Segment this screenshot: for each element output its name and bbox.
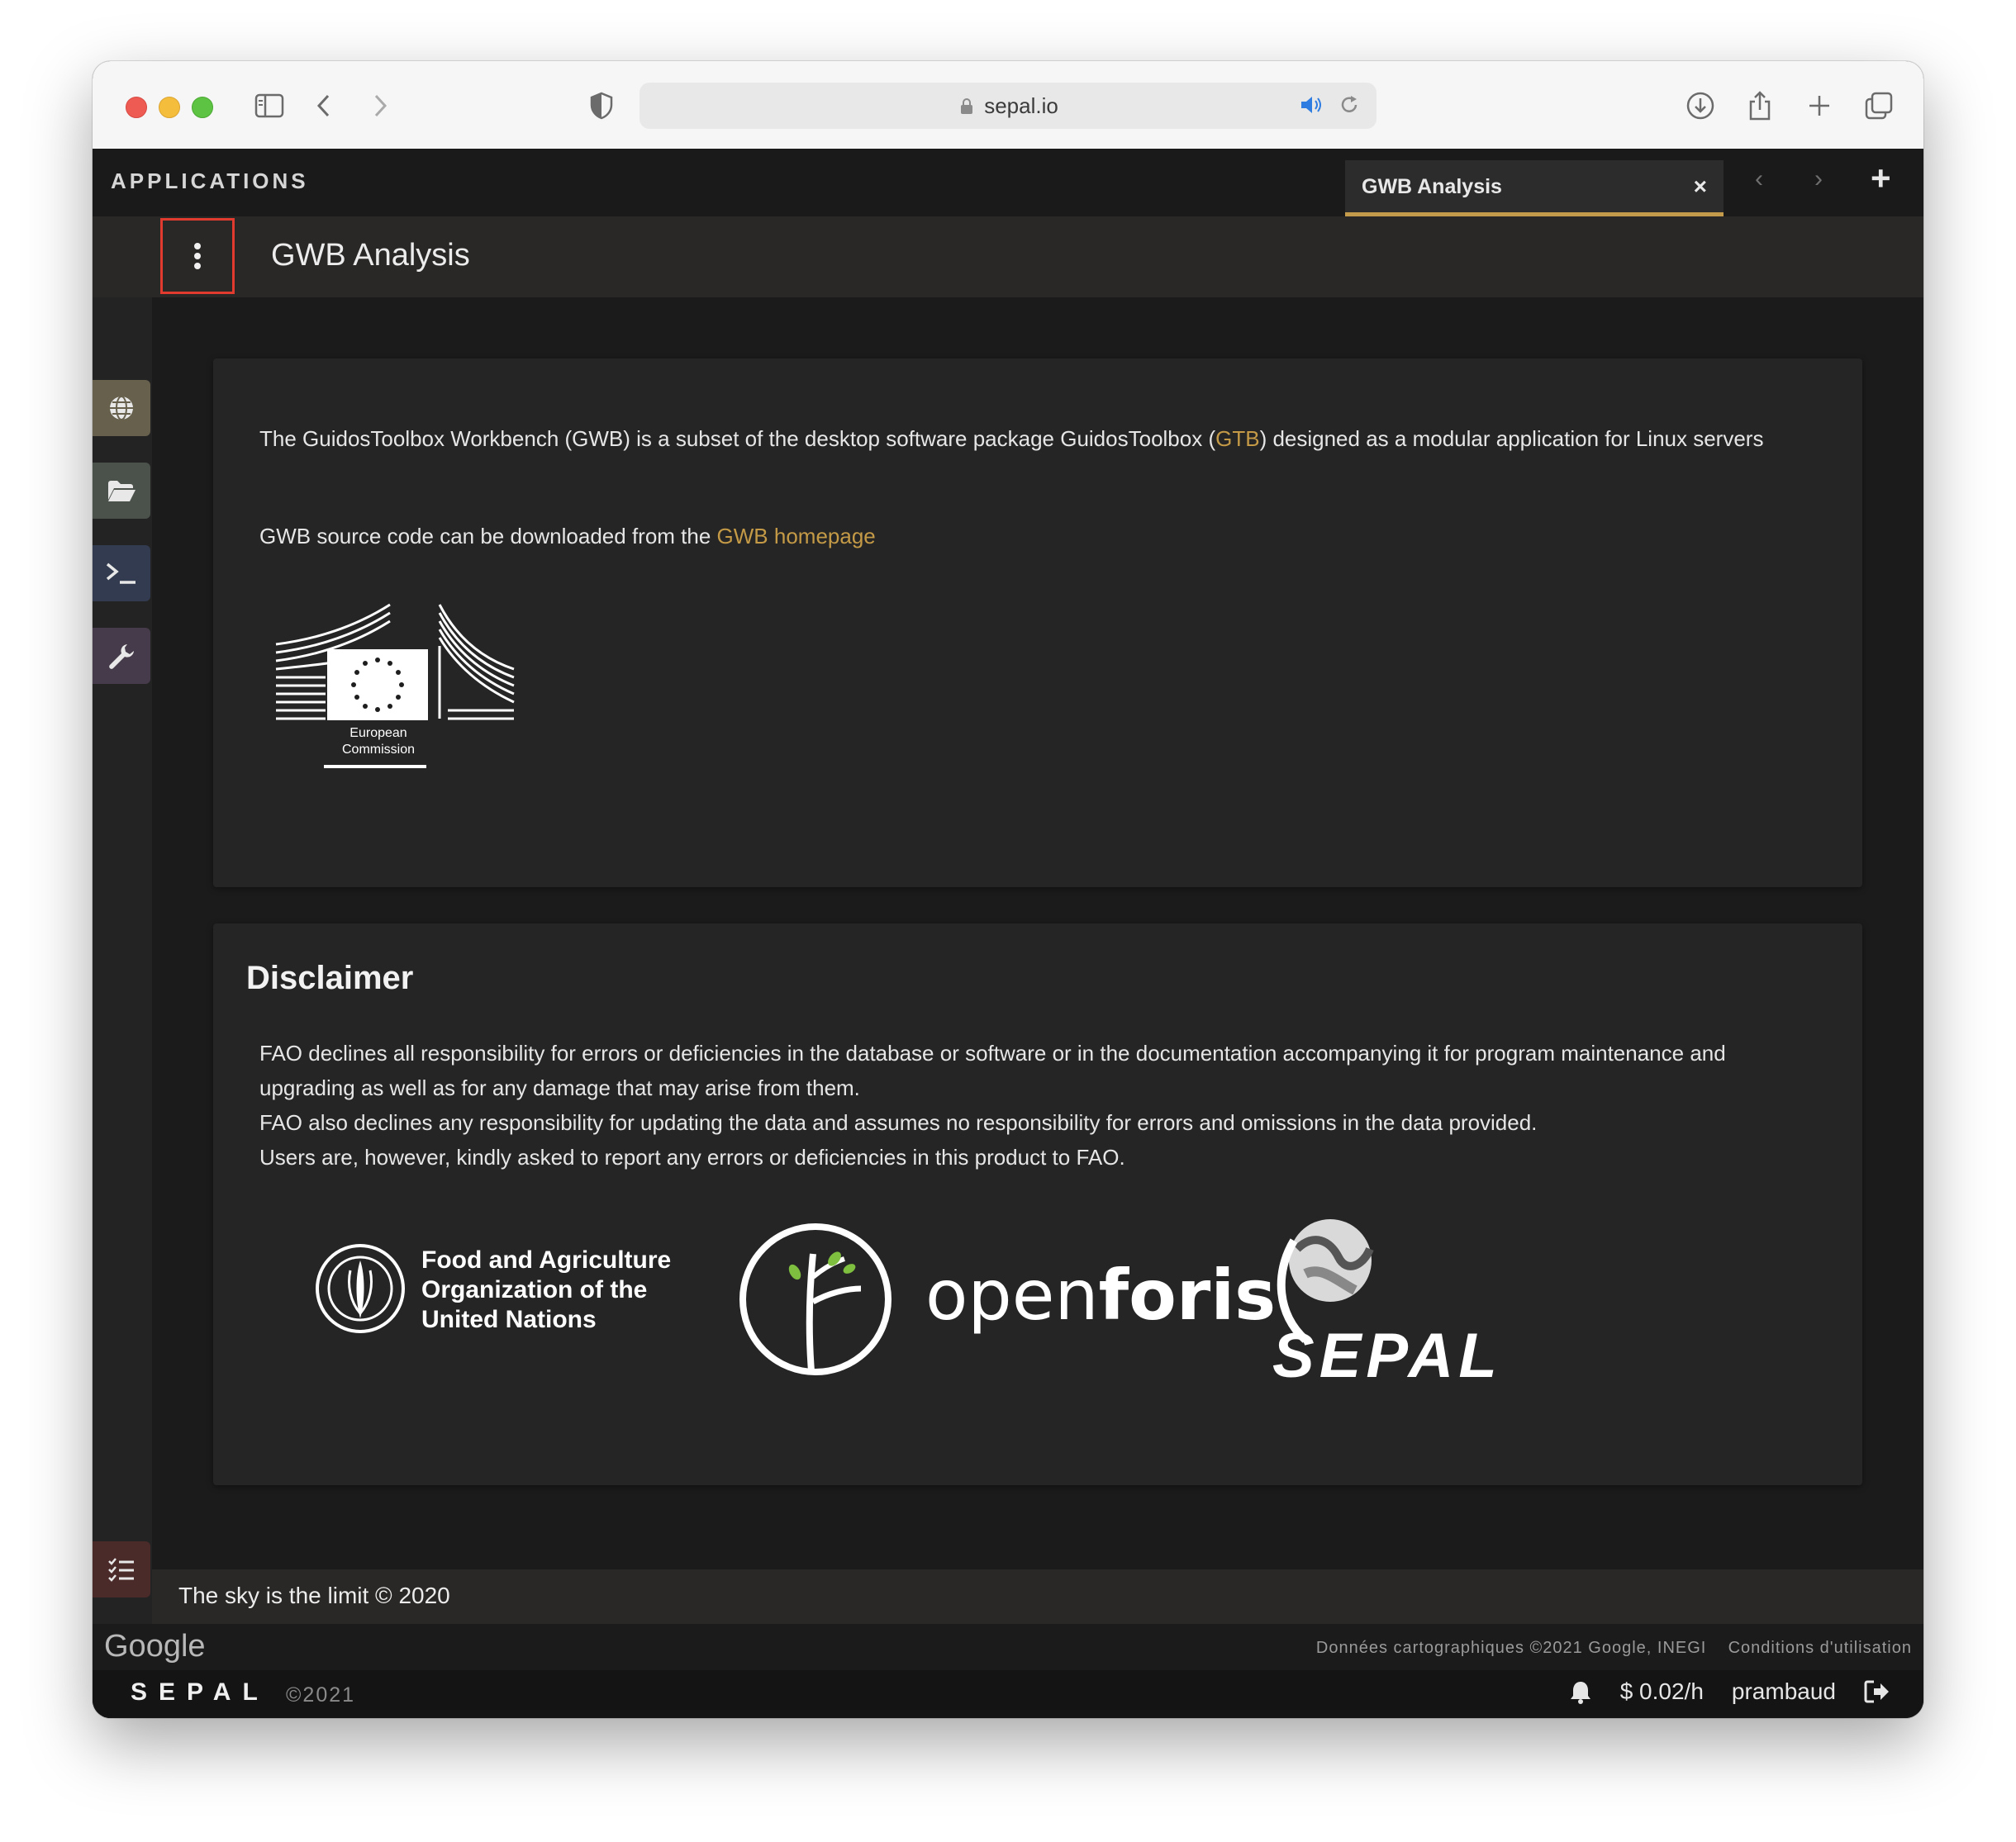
- source-text: GWB source code can be downloaded from t…: [259, 524, 717, 548]
- app-content: The GuidosToolbox Workbench (GWB) is a s…: [152, 297, 1923, 1569]
- rail-process-button[interactable]: [93, 380, 150, 436]
- about-card: The GuidosToolbox Workbench (GWB) is a s…: [213, 358, 1862, 887]
- tab-next-icon[interactable]: ›: [1814, 165, 1823, 193]
- logout-icon[interactable]: [1864, 1680, 1890, 1703]
- map-data-credit: Données cartographiques ©2021 Google, IN…: [1315, 1639, 1707, 1657]
- disclaimer-line-3: Users are, however, kindly asked to repo…: [259, 1145, 1125, 1170]
- status-bar: SEPAL ©2021 $ 0.02/h prambaud: [93, 1670, 1923, 1718]
- url-text: sepal.io: [984, 93, 1058, 118]
- openforis-text-open: open: [925, 1255, 1099, 1336]
- source-code-line: GWB source code can be downloaded from t…: [259, 519, 1829, 553]
- forward-icon[interactable]: [360, 86, 400, 126]
- ec-logo-text-2: Commission: [341, 743, 415, 757]
- map-attribution-bar: Google Données cartographiques ©2021 Goo…: [93, 1624, 1923, 1670]
- zoom-window-button[interactable]: [192, 97, 213, 118]
- gwb-homepage-link[interactable]: GWB homepage: [717, 524, 876, 548]
- app-footer: The sky is the limit © 2020: [152, 1569, 1923, 1624]
- username[interactable]: prambaud: [1732, 1678, 1836, 1705]
- fao-text-1: Food and Agriculture: [421, 1246, 672, 1274]
- tab-label: GWB Analysis: [1362, 175, 1502, 198]
- european-commission-logo: European Commission: [274, 603, 522, 776]
- terminal-icon: [106, 563, 136, 584]
- footer-text: The sky is the limit © 2020: [178, 1583, 450, 1608]
- globe-icon: [110, 396, 133, 420]
- browser-window: sepal.io APPLICATIONS GWB Analysis × ‹ ›…: [93, 61, 1923, 1718]
- app-header: GWB Analysis: [93, 216, 1923, 298]
- kebab-menu-icon: [194, 243, 201, 269]
- rail-apps-button[interactable]: [93, 628, 150, 684]
- folder-open-icon: [108, 481, 136, 501]
- wrench-icon: [109, 644, 134, 669]
- app-menu-button[interactable]: [160, 218, 235, 294]
- downloads-icon[interactable]: [1681, 86, 1720, 126]
- tab-overview-icon[interactable]: [1859, 86, 1899, 126]
- close-tab-icon[interactable]: ×: [1694, 173, 1707, 200]
- sepal-brand: SEPAL: [131, 1678, 269, 1706]
- google-logo: Google: [104, 1629, 206, 1664]
- sepal-logo: SEPAL: [1272, 1216, 1537, 1391]
- sepal-app: APPLICATIONS GWB Analysis × ‹ › + GWB An…: [93, 149, 1923, 1718]
- task-list-icon: [108, 1558, 134, 1582]
- share-icon[interactable]: [1740, 86, 1780, 126]
- usage-cost[interactable]: $ 0.02/h: [1620, 1678, 1704, 1705]
- address-bar[interactable]: sepal.io: [640, 83, 1376, 129]
- map-terms-link[interactable]: Conditions d'utilisation: [1728, 1639, 1912, 1657]
- sepal-logo-text: SEPAL: [1272, 1321, 1502, 1391]
- new-tab-icon[interactable]: [1800, 86, 1839, 126]
- gtb-link[interactable]: GTB: [1215, 426, 1259, 451]
- openforis-logo: openforis: [737, 1221, 1276, 1378]
- disclaimer-line-2: FAO also declines any responsibility for…: [259, 1110, 1538, 1135]
- privacy-shield-icon[interactable]: [582, 86, 621, 126]
- lock-icon: [961, 98, 973, 114]
- openforis-text-foris: foris: [1098, 1255, 1277, 1336]
- tab-gwb-analysis[interactable]: GWB Analysis ×: [1345, 160, 1724, 216]
- fao-text-3: United Nations: [421, 1306, 597, 1333]
- apps-topbar: APPLICATIONS GWB Analysis × ‹ › +: [93, 149, 1923, 217]
- map-attribution: Données cartographiques ©2021 Google, IN…: [1316, 1639, 1912, 1658]
- left-rail: [93, 297, 152, 1635]
- rail-terminal-button[interactable]: [93, 545, 150, 601]
- sidebar-toggle-icon[interactable]: [250, 86, 289, 126]
- disclaimer-line-1: FAO declines all responsibility for erro…: [259, 1041, 1726, 1100]
- applications-title: APPLICATIONS: [111, 169, 309, 193]
- minimize-window-button[interactable]: [159, 97, 180, 118]
- ec-logo-text-1: European: [349, 726, 407, 740]
- status-right: $ 0.02/h prambaud: [1569, 1678, 1890, 1705]
- fao-text-2: Organization of the: [421, 1276, 648, 1303]
- tab-prev-icon[interactable]: ‹: [1755, 165, 1763, 193]
- browser-toolbar: sepal.io: [93, 61, 1923, 150]
- disclaimer-text: FAO declines all responsibility for erro…: [259, 1036, 1813, 1175]
- fao-logo: Food and Agriculture Organization of the…: [314, 1241, 678, 1348]
- notifications-bell-icon[interactable]: [1569, 1679, 1592, 1704]
- page-title: GWB Analysis: [271, 238, 470, 273]
- rail-tasks-button[interactable]: [93, 1541, 150, 1598]
- close-window-button[interactable]: [126, 97, 147, 118]
- disclaimer-title: Disclaimer: [246, 960, 414, 996]
- reload-icon[interactable]: [1338, 94, 1360, 116]
- audio-playing-icon[interactable]: [1299, 94, 1324, 116]
- disclaimer-card: Disclaimer FAO declines all responsibili…: [213, 923, 1862, 1485]
- description-text-1: The GuidosToolbox Workbench (GWB) is a s…: [259, 426, 1216, 451]
- rail-browse-button[interactable]: [93, 463, 150, 519]
- description-text-2: ) designed as a modular application for …: [1259, 426, 1764, 451]
- add-tab-icon[interactable]: +: [1871, 159, 1891, 198]
- copyright-year: ©2021: [286, 1683, 356, 1707]
- back-icon[interactable]: [304, 86, 344, 126]
- gwb-description: The GuidosToolbox Workbench (GWB) is a s…: [259, 421, 1829, 456]
